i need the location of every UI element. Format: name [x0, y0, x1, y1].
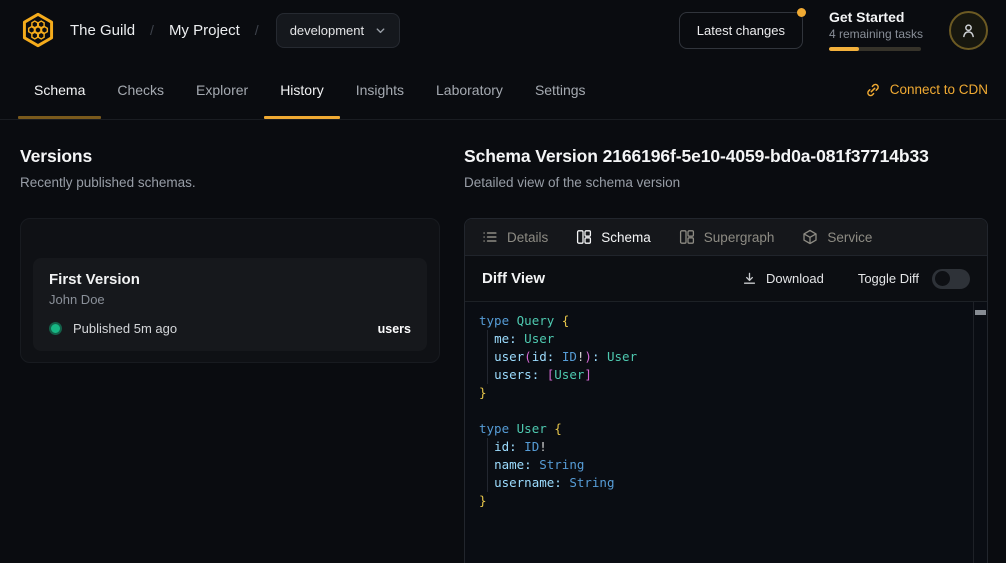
code-line: type Query {	[479, 312, 971, 330]
target-selector-value: development	[290, 23, 364, 38]
detail-tab-label: Supergraph	[704, 230, 775, 245]
nav-tab-history[interactable]: History	[264, 60, 340, 119]
breadcrumb-org[interactable]: The Guild	[70, 22, 135, 39]
connect-cdn-link[interactable]: Connect to CDN	[865, 60, 988, 119]
nav-tab-label: Settings	[535, 82, 586, 98]
get-started-progress-bar	[829, 47, 921, 51]
breadcrumb-separator: /	[150, 22, 154, 38]
diff-view-header: Diff View Download Toggle Diff	[465, 256, 987, 302]
code-line: user(id: ID!): User	[479, 348, 971, 366]
chevron-down-icon	[375, 25, 386, 36]
diff-toggle-switch[interactable]	[932, 269, 970, 289]
toggle-diff-label: Toggle Diff	[858, 271, 919, 286]
versions-title: Versions	[20, 146, 440, 167]
guild-logo[interactable]	[18, 10, 58, 50]
version-status-row: Published 5m ago users	[49, 321, 411, 336]
detail-tab-label: Details	[507, 230, 548, 245]
version-service-name: users	[378, 322, 411, 336]
versions-subtitle: Recently published schemas.	[20, 175, 440, 190]
get-started-progress-fill	[829, 47, 859, 51]
versions-list-card: First Version John Doe Published 5m ago …	[20, 218, 440, 363]
code-line: }	[479, 492, 971, 510]
notification-dot	[797, 8, 806, 17]
nav-tab-label: Checks	[117, 82, 164, 98]
nav-tab-label: Laboratory	[436, 82, 503, 98]
code-line: users: [User]	[479, 366, 971, 384]
breadcrumb-project[interactable]: My Project	[169, 22, 240, 39]
download-icon	[742, 271, 757, 286]
diff-view-actions: Download Toggle Diff	[742, 269, 970, 289]
hexagon-honeycomb-icon	[19, 11, 57, 49]
schema-version-title: Schema Version 2166196f-5e10-4059-bd0a-0…	[464, 146, 988, 167]
nav-tab-label: Explorer	[196, 82, 248, 98]
indent-guide	[487, 330, 488, 384]
code-line: }	[479, 384, 971, 402]
code-line	[479, 402, 971, 420]
top-header: The Guild / My Project / development Lat…	[0, 0, 1006, 60]
breadcrumb: The Guild / My Project / development	[70, 13, 400, 48]
download-button[interactable]: Download	[742, 271, 824, 286]
code-lines: type Query { me: User user(id: ID!): Use…	[479, 312, 971, 510]
get-started-widget[interactable]: Get Started 4 remaining tasks	[829, 9, 923, 51]
main-nav: Schema Checks Explorer History Insights Labor…	[0, 60, 1006, 120]
link-icon	[865, 82, 881, 98]
main-content: Versions Recently published schemas. Fir…	[0, 120, 1006, 563]
indent-guide	[487, 438, 488, 492]
download-label: Download	[766, 271, 824, 286]
detail-tab-label: Schema	[601, 230, 651, 245]
schema-version-panel: Schema Version 2166196f-5e10-4059-bd0a-0…	[464, 146, 988, 563]
version-name: First Version	[49, 271, 411, 288]
version-list-item[interactable]: First Version John Doe Published 5m ago …	[33, 258, 427, 351]
breadcrumb-separator: /	[255, 22, 259, 38]
version-status-text: Published 5m ago	[73, 321, 177, 336]
columns-icon	[576, 229, 592, 245]
code-scrollbar[interactable]	[973, 302, 987, 563]
get-started-title: Get Started	[829, 9, 923, 25]
published-status-dot	[49, 322, 62, 335]
code-line: name: String	[479, 456, 971, 474]
schema-detail-tabs: Details Schema Supergraph Service	[465, 219, 987, 256]
diff-view-title: Diff View	[482, 270, 545, 287]
versions-panel: Versions Recently published schemas. Fir…	[20, 146, 440, 563]
schema-version-subtitle: Detailed view of the schema version	[464, 175, 988, 190]
target-selector[interactable]: development	[276, 13, 400, 48]
code-scrollbar-thumb[interactable]	[975, 310, 986, 315]
nav-tab-laboratory[interactable]: Laboratory	[420, 60, 519, 119]
cube-icon	[802, 229, 818, 245]
code-line: me: User	[479, 330, 971, 348]
latest-changes-label: Latest changes	[697, 23, 785, 38]
version-author: John Doe	[49, 292, 411, 307]
detail-tab-service[interactable]: Service	[802, 229, 872, 245]
nav-tab-label: History	[280, 82, 324, 98]
detail-tab-details[interactable]: Details	[482, 229, 548, 245]
nav-tab-explorer[interactable]: Explorer	[180, 60, 264, 119]
columns-icon	[679, 229, 695, 245]
detail-tab-supergraph[interactable]: Supergraph	[679, 229, 775, 245]
person-icon	[960, 22, 977, 39]
code-line: username: String	[479, 474, 971, 492]
detail-tab-label: Service	[827, 230, 872, 245]
list-icon	[482, 229, 498, 245]
schema-detail-card: Details Schema Supergraph Service Diff View…	[464, 218, 988, 563]
latest-changes-button[interactable]: Latest changes	[679, 12, 803, 49]
nav-tab-checks[interactable]: Checks	[101, 60, 180, 119]
avatar[interactable]	[949, 11, 988, 50]
nav-tab-label: Insights	[356, 82, 404, 98]
header-actions: Latest changes Get Started 4 remaining t…	[679, 9, 988, 51]
nav-tab-label: Schema	[34, 82, 85, 98]
nav-tab-schema[interactable]: Schema	[18, 60, 101, 119]
nav-tab-insights[interactable]: Insights	[340, 60, 420, 119]
detail-tab-schema[interactable]: Schema	[576, 229, 651, 245]
get-started-subtitle: 4 remaining tasks	[829, 27, 923, 41]
code-line: id: ID!	[479, 438, 971, 456]
connect-cdn-label: Connect to CDN	[890, 82, 988, 97]
code-line: type User {	[479, 420, 971, 438]
main-nav-tabs: Schema Checks Explorer History Insights Labor…	[18, 60, 602, 119]
schema-code-viewer[interactable]: type Query { me: User user(id: ID!): Use…	[465, 302, 987, 563]
switch-knob	[935, 271, 950, 286]
toggle-diff-group: Toggle Diff	[858, 269, 970, 289]
nav-tab-settings[interactable]: Settings	[519, 60, 602, 119]
app-root: The Guild / My Project / development Lat…	[0, 0, 1006, 563]
